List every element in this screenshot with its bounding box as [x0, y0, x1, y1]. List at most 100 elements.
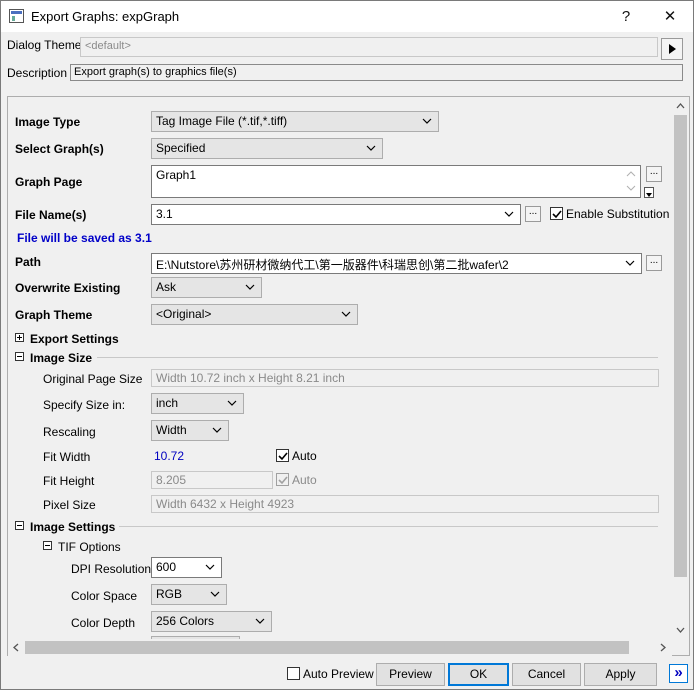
- apply-button[interactable]: Apply: [584, 663, 657, 686]
- image-type-value: Tag Image File (*.tif,*.tiff): [156, 114, 288, 128]
- overwrite-label: Overwrite Existing: [15, 281, 121, 295]
- dialog-theme-label: Dialog Theme: [7, 38, 82, 52]
- vertical-scroll-thumb[interactable]: [674, 115, 687, 577]
- checkmark-icon: [552, 210, 562, 219]
- graph-page-label: Graph Page: [15, 175, 83, 189]
- graph-page-value: Graph1: [156, 168, 197, 182]
- file-name-combo[interactable]: 3.1: [151, 204, 521, 225]
- cancel-button[interactable]: Cancel: [512, 663, 581, 686]
- fit-height-label: Fit Height: [43, 474, 95, 488]
- dpi-resolution-combo[interactable]: 600: [151, 557, 222, 578]
- scroll-down-icon[interactable]: [674, 624, 687, 636]
- chevron-down-icon: [504, 211, 514, 217]
- graph-theme-label: Graph Theme: [15, 308, 93, 322]
- chevron-down-icon: [366, 145, 376, 151]
- fit-width-value[interactable]: 10.72: [154, 449, 184, 463]
- scroll-left-icon[interactable]: [10, 641, 22, 654]
- color-space-label: Color Space: [71, 589, 138, 603]
- graph-page-dropdown-button[interactable]: [644, 187, 654, 198]
- graph-theme-combo[interactable]: <Original>: [151, 304, 358, 325]
- pixel-size-field: Width 6432 x Height 4923: [151, 495, 659, 513]
- fit-height-auto-label: Auto: [292, 473, 317, 487]
- image-size-header[interactable]: Image Size: [30, 351, 92, 365]
- file-name-value: 3.1: [156, 207, 173, 221]
- preview-button[interactable]: Preview: [376, 663, 445, 686]
- chevron-down-icon: [205, 564, 215, 570]
- original-page-size-label: Original Page Size: [43, 372, 143, 386]
- play-arrow-icon: [669, 44, 676, 54]
- chevron-down-icon: [245, 284, 255, 290]
- rescaling-combo[interactable]: Width: [151, 420, 229, 441]
- specify-size-combo[interactable]: inch: [151, 393, 244, 414]
- scroll-right-icon[interactable]: [657, 641, 669, 654]
- color-depth-value: 256 Colors: [156, 614, 215, 628]
- checkmark-icon: [278, 452, 288, 461]
- fit-height-field: 8.205: [151, 471, 273, 489]
- color-space-value: RGB: [156, 587, 183, 601]
- dialog-theme-field[interactable]: <default>: [80, 37, 658, 57]
- select-graphs-combo[interactable]: Specified: [151, 138, 383, 159]
- export-settings-header[interactable]: Export Settings: [30, 332, 119, 346]
- pixel-size-label: Pixel Size: [43, 498, 96, 512]
- window-title: Export Graphs: expGraph: [31, 9, 180, 24]
- enable-substitution-label: Enable Substitution: [566, 207, 670, 221]
- overwrite-combo[interactable]: Ask: [151, 277, 262, 298]
- ok-button[interactable]: OK: [448, 663, 509, 686]
- dpi-resolution-label: DPI Resolution: [71, 562, 152, 576]
- path-browse-button[interactable]: ...: [646, 255, 662, 271]
- rescaling-value: Width: [156, 423, 187, 437]
- graph-theme-value: <Original>: [156, 307, 212, 321]
- rescaling-label: Rescaling: [43, 425, 96, 439]
- chevron-down-icon: [210, 591, 220, 597]
- path-combo[interactable]: E:\Nutstore\苏州研材微纳代工\第一版器件\科瑞思创\第二批wafer…: [151, 253, 642, 274]
- description-label: Description: [7, 66, 68, 80]
- image-type-label: Image Type: [15, 115, 81, 129]
- dpi-resolution-value: 600: [156, 560, 177, 574]
- expand-plus-icon[interactable]: [15, 333, 24, 342]
- auto-preview-checkbox[interactable]: [287, 667, 300, 680]
- app-window-icon: [9, 9, 24, 23]
- chevron-down-icon: [227, 400, 237, 406]
- image-type-combo[interactable]: Tag Image File (*.tif,*.tiff): [151, 111, 439, 132]
- image-settings-header[interactable]: Image Settings: [30, 520, 115, 534]
- color-space-combo[interactable]: RGB: [151, 584, 227, 605]
- fit-width-label: Fit Width: [43, 450, 91, 464]
- fit-height-auto-checkbox: [276, 473, 289, 486]
- auto-preview-label: Auto Preview: [303, 667, 374, 681]
- file-name-label: File Name(s): [15, 208, 87, 222]
- theme-menu-button[interactable]: [661, 38, 683, 60]
- save-note: File will be saved as 3.1: [17, 231, 152, 245]
- spin-arrows-icon: [626, 171, 636, 191]
- path-label: Path: [15, 255, 42, 269]
- color-depth-combo[interactable]: 256 Colors: [151, 611, 272, 632]
- enable-substitution-checkbox[interactable]: [550, 207, 563, 220]
- graph-page-browse-button[interactable]: ...: [646, 166, 662, 182]
- tif-options-header[interactable]: TIF Options: [58, 540, 121, 554]
- collapse-minus-icon[interactable]: [15, 352, 24, 361]
- fit-width-auto-checkbox[interactable]: [276, 449, 289, 462]
- section-divider: [119, 526, 658, 527]
- collapse-minus-icon[interactable]: [43, 541, 52, 550]
- select-graphs-value: Specified: [156, 141, 206, 155]
- close-button[interactable]: ✕: [648, 4, 692, 30]
- export-graphs-dialog: Export Graphs: expGraph ? ✕ Dialog Theme…: [0, 0, 694, 690]
- horizontal-scroll-thumb[interactable]: [25, 641, 629, 654]
- chevron-down-icon: [422, 118, 432, 124]
- help-button[interactable]: ?: [604, 4, 648, 30]
- graph-page-field[interactable]: Graph1: [151, 165, 641, 198]
- chevron-down-icon: [625, 260, 635, 266]
- title-bar: Export Graphs: expGraph ? ✕: [1, 1, 693, 32]
- chevron-down-icon: [212, 427, 222, 433]
- path-value: E:\Nutstore\苏州研材微纳代工\第一版器件\科瑞思创\第二批wafer…: [156, 258, 509, 272]
- specify-size-label: Specify Size in:: [43, 398, 126, 412]
- select-graphs-label: Select Graph(s): [15, 142, 104, 156]
- triangle-down-icon: [646, 193, 652, 197]
- description-field: Export graph(s) to graphics file(s): [70, 64, 683, 81]
- more-options-button[interactable]: »: [669, 664, 688, 683]
- chevron-down-icon: [255, 618, 265, 624]
- specify-size-value: inch: [156, 396, 179, 410]
- collapse-minus-icon[interactable]: [15, 521, 24, 530]
- file-name-browse-button[interactable]: ...: [525, 206, 541, 222]
- scroll-up-icon[interactable]: [674, 100, 687, 112]
- checkmark-icon: [278, 476, 288, 485]
